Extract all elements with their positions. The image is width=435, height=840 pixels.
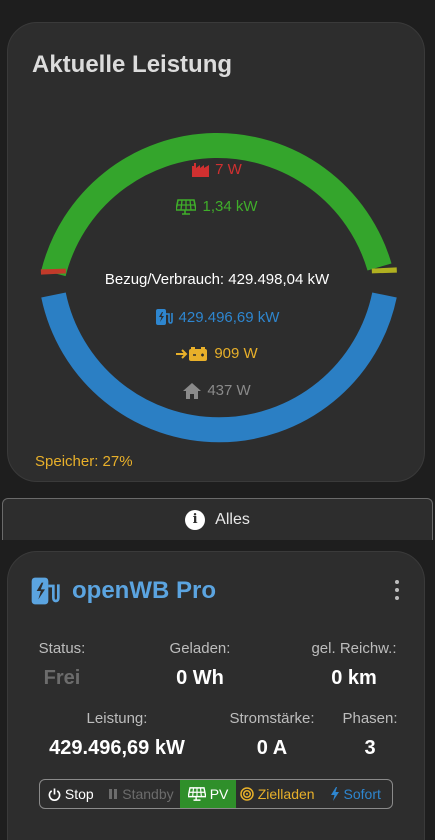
phases-stat: Phasen: 3	[336, 710, 404, 760]
bolt-icon	[330, 787, 339, 801]
mode-standby-label: Standby	[122, 786, 174, 802]
power-stat: Leistung: 429.496,69 kW	[32, 710, 202, 760]
status-stat: Status: Frei	[30, 640, 94, 690]
mode-stop-button[interactable]: Stop	[40, 780, 102, 808]
mode-standby-button[interactable]: Standby	[102, 780, 181, 808]
grid-power-value: 7 W	[215, 161, 242, 178]
power-value: 429.496,69 kW	[49, 737, 185, 759]
mode-pv-button[interactable]: PV	[180, 780, 236, 808]
grid-power-label: 7 W	[8, 161, 426, 178]
battery-charging-icon	[176, 346, 208, 361]
current-label: Stromstärke:	[229, 710, 315, 727]
current-stat: Stromstärke: 0 A	[220, 710, 324, 760]
mode-instant-button[interactable]: Sofort	[318, 780, 392, 808]
status-label: Status:	[38, 640, 86, 657]
charged-value: 0 Wh	[176, 667, 224, 689]
charge-power-value: 429.496,69 kW	[178, 308, 280, 326]
factory-icon	[192, 162, 210, 177]
battery-power-label: 909 W	[8, 345, 426, 362]
mode-pv-label: PV	[209, 786, 229, 802]
pv-power-label: 1,34 kW	[8, 198, 426, 215]
phases-value: 3	[364, 737, 376, 759]
phases-label: Phasen:	[342, 710, 398, 727]
info-icon: i	[185, 509, 206, 530]
mode-instant-label: Sofort	[343, 786, 381, 802]
range-value: 0 km	[331, 667, 377, 689]
power-card: Aktuelle Leistung 7 W 1,34 kW Bezug/Verb…	[7, 22, 425, 482]
chargepoint-card: openWB Pro Status: Frei Geladen: 0 Wh ge…	[7, 551, 425, 840]
range-stat: gel. Reichw.: 0 km	[306, 640, 402, 690]
mode-target-label: Zielladen	[257, 786, 315, 802]
charge-power-label: 429.496,69 kW	[8, 308, 426, 326]
charging-station-icon	[31, 577, 60, 605]
charged-label: Geladen:	[169, 640, 231, 657]
solar-panel-icon	[187, 787, 206, 801]
house-power-value: 437 W	[207, 382, 251, 399]
total-consumption-label: Bezug/Verbrauch: 429.498,04 kW	[104, 271, 330, 288]
house-icon	[183, 382, 202, 399]
tab-all[interactable]: i Alles	[2, 498, 433, 540]
storage-soc-label: Speicher: 27%	[35, 453, 133, 470]
solar-panel-icon	[176, 198, 197, 215]
charging-station-icon	[155, 309, 173, 325]
center-labels: 7 W 1,34 kW Bezug/Verbrauch: 429.498,04 …	[8, 23, 426, 483]
more-vertical-icon[interactable]	[394, 580, 400, 600]
charged-stat: Geladen: 0 Wh	[150, 640, 250, 690]
mode-target-button[interactable]: Zielladen	[236, 780, 319, 808]
tab-all-label: Alles	[215, 510, 250, 528]
target-icon	[239, 787, 254, 801]
range-label: gel. Reichw.:	[311, 640, 397, 657]
mode-stop-label: Stop	[64, 786, 94, 802]
chargepoint-name: openWB Pro	[72, 577, 216, 604]
house-power-label: 437 W	[8, 382, 426, 399]
pause-icon	[109, 789, 118, 799]
status-value: Frei	[43, 667, 81, 689]
power-icon	[48, 787, 61, 801]
battery-power-value: 909 W	[214, 345, 258, 362]
chargepoint-header: openWB Pro	[30, 576, 216, 606]
current-value: 0 A	[256, 737, 288, 759]
pv-power-value: 1,34 kW	[202, 198, 258, 215]
charge-mode-selector: Stop Standby PV Zielladen Sofort	[39, 779, 393, 809]
power-label: Leistung:	[86, 710, 148, 727]
